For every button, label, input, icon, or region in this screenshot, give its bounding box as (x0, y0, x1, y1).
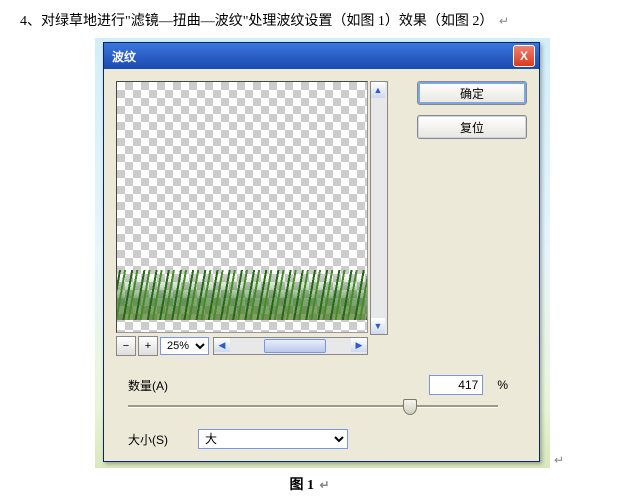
scroll-right-icon[interactable]: ▶ (351, 338, 367, 352)
vertical-scrollbar[interactable]: ▲ ▼ (370, 81, 388, 335)
close-button[interactable]: X (513, 45, 535, 67)
ripple-dialog: 波纹 X − + 25% ◀ (103, 42, 540, 462)
return-mark: ↵ (554, 453, 564, 468)
slider-thumb[interactable] (403, 399, 417, 415)
figure-caption: 图 1 (289, 478, 314, 493)
grass-preview (117, 270, 367, 320)
size-select[interactable]: 大 (198, 429, 348, 449)
slider-track (128, 405, 498, 408)
amount-input[interactable] (429, 375, 483, 395)
scroll-up-icon[interactable]: ▲ (371, 82, 385, 98)
preview-canvas[interactable] (116, 81, 368, 333)
scroll-left-icon[interactable]: ◀ (214, 338, 230, 352)
zoom-select[interactable]: 25% (160, 337, 209, 355)
scroll-down-icon[interactable]: ▼ (371, 318, 385, 334)
scroll-thumb[interactable] (264, 339, 326, 353)
dialog-title: 波纹 (112, 48, 513, 65)
zoom-in-button[interactable]: + (138, 336, 158, 356)
dialog-titlebar[interactable]: 波纹 X (104, 43, 539, 69)
amount-label: 数量(A) (128, 377, 188, 394)
return-mark: ↵ (319, 478, 329, 492)
reset-button[interactable]: 复位 (417, 115, 527, 139)
horizontal-scrollbar[interactable]: ◀ ▶ (213, 337, 368, 355)
size-label: 大小(S) (128, 431, 188, 448)
return-mark: ↵ (499, 14, 509, 28)
desktop-background: 波纹 X − + 25% ◀ (95, 38, 550, 468)
amount-slider[interactable] (128, 399, 498, 413)
zoom-out-button[interactable]: − (116, 336, 136, 356)
instruction-text: 4、对绿草地进行"滤镜—扭曲—波纹"处理波纹设置（如图 1）效果（如图 2） (20, 14, 493, 29)
ok-button[interactable]: 确定 (417, 81, 527, 105)
amount-unit: % (497, 378, 508, 392)
